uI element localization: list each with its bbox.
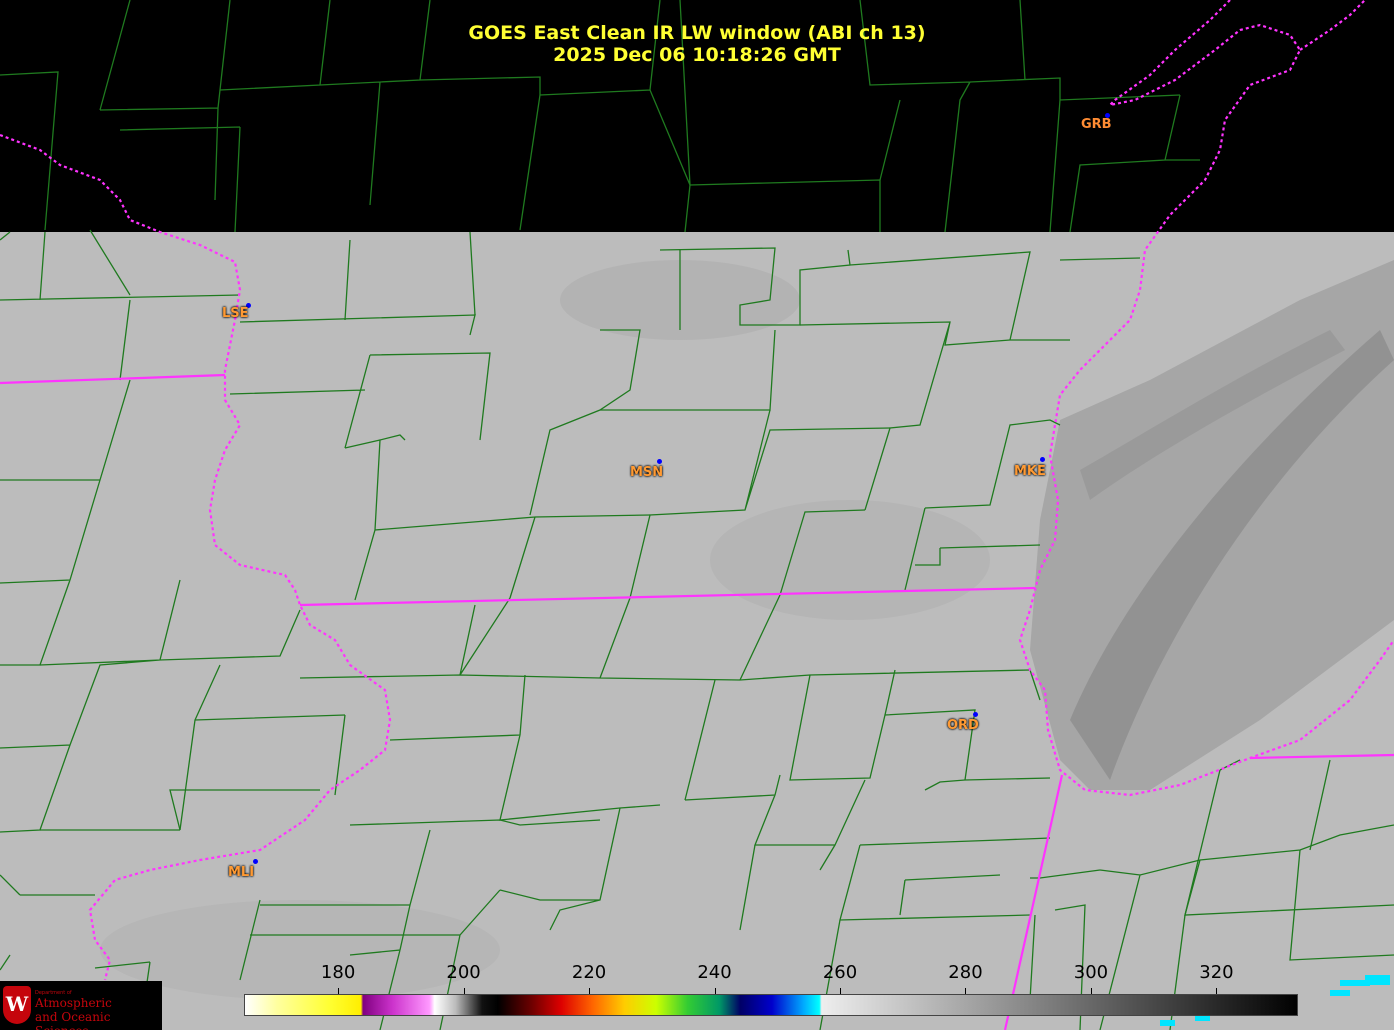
- station-label-ord: ORD: [947, 718, 979, 733]
- logo-line-1: Atmospheric: [35, 996, 112, 1010]
- uw-seal-icon: W: [3, 986, 31, 1024]
- colorbar-tick-label: 200: [446, 962, 481, 983]
- cold-pixel-blob: [1160, 1020, 1175, 1026]
- station-label-msn: MSN: [630, 465, 664, 480]
- colorbar-tick-mark: [1090, 988, 1092, 994]
- map-layer: [0, 0, 1394, 1030]
- station-dot-msn: [657, 459, 662, 464]
- colorbar-tick-mark: [338, 988, 340, 994]
- colorbar-tick-mark: [965, 988, 967, 994]
- colorbar-tick-label: 180: [320, 962, 356, 983]
- cold-pixel-blob: [1330, 990, 1350, 996]
- colorbar-tick-label: 220: [571, 962, 607, 983]
- station-label-mli: MLI: [228, 865, 255, 880]
- colorbar-tick-mark: [840, 988, 841, 994]
- colorbar-gradient: [245, 995, 1297, 1015]
- station-label-grb: GRB: [1081, 117, 1112, 132]
- image-title: GOES East Clean IR LW window (ABI ch 13): [468, 22, 926, 44]
- aos-logo: W Department of Atmospheric and Oceanic …: [0, 981, 162, 1030]
- colorbar-tick-mark: [714, 988, 716, 994]
- logo-line-2: and Oceanic Sciences: [35, 1010, 111, 1030]
- colorbar-tick-mark: [589, 988, 591, 994]
- cold-pixel-blob: [1365, 975, 1390, 985]
- station-label-lse: LSE: [222, 306, 249, 321]
- station-dot-ord: [973, 712, 978, 717]
- station-dot-mke: [1040, 457, 1045, 462]
- colorbar-tick-mark: [463, 988, 465, 994]
- cloud-patch: [710, 500, 990, 620]
- colorbar-tick-mark: [1216, 988, 1218, 994]
- colorbar-tick-label: 280: [948, 962, 983, 983]
- temperature-colorbar: [244, 994, 1298, 1016]
- colorbar-tick-label: 300: [1073, 962, 1109, 983]
- station-label-mke: MKE: [1014, 464, 1046, 479]
- colorbar-tick-label: 320: [1199, 962, 1234, 983]
- colorbar-tick-label: 240: [697, 962, 732, 983]
- satellite-image: GOES East Clean IR LW window (ABI ch 13)…: [0, 0, 1394, 1030]
- image-timestamp: 2025 Dec 06 10:18:26 GMT: [553, 44, 841, 66]
- colorbar-tick-label: 260: [822, 962, 858, 983]
- station-dot-mli: [253, 859, 258, 864]
